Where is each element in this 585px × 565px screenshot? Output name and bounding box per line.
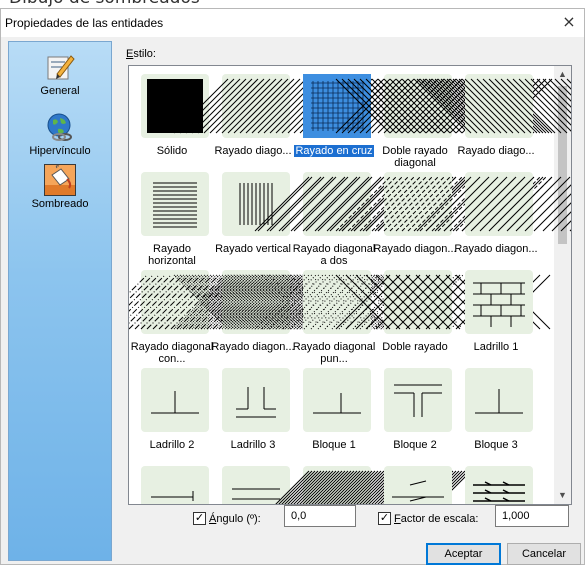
pattern-name: Rayado diagon... (452, 243, 540, 255)
close-icon[interactable]: × (558, 12, 580, 32)
pattern-preview (465, 270, 533, 334)
pattern-preview (303, 74, 371, 138)
sidebar-item-label: Sombreado (31, 198, 89, 210)
pattern-preview (173, 270, 391, 334)
pattern-preview (222, 172, 290, 236)
pattern-name-text: Bloque 1 (312, 439, 356, 451)
pattern-preview (129, 270, 310, 334)
pattern-preview (254, 172, 469, 236)
sidebar-item-hyperlink[interactable]: Hipervínculo (9, 112, 111, 157)
pattern-preview (141, 466, 209, 504)
hyperlink-globe-icon (45, 112, 75, 142)
sidebar-item-label: Hipervínculo (29, 145, 91, 157)
pattern-preview (222, 368, 290, 432)
pattern-preview (465, 368, 533, 432)
pattern-name-text: Rayado diagon... (211, 341, 295, 353)
pattern-preview (222, 466, 290, 504)
pattern-name-text: Rayado diagonal con... (130, 341, 214, 365)
pattern-preview (335, 172, 553, 236)
background-heading: Dibujo de sombreados (0, 0, 585, 8)
sidebar-item-general[interactable]: General (9, 52, 111, 97)
pattern-name: Bloque 2 (371, 439, 459, 451)
angle-checkbox[interactable]: ✓ (193, 512, 206, 525)
pattern-name: Sólido (129, 145, 216, 157)
scroll-down-icon[interactable]: ▼ (554, 487, 571, 504)
pattern-name: Rayado diagonal pun... (290, 341, 378, 365)
dialog-titlebar: Propiedades de las entidades × (1, 9, 584, 37)
sidebar-item-sombreado[interactable]: Sombreado (9, 164, 111, 210)
pattern-preview (384, 466, 452, 504)
pattern-preview (384, 368, 452, 432)
pattern-name: Doble rayado (371, 341, 459, 353)
pattern-name-text: Ladrillo 1 (473, 341, 519, 353)
pattern-name-text: Rayado vertical (215, 243, 291, 255)
properties-dialog: Propiedades de las entidades × General H… (0, 8, 585, 565)
sidebar-item-label: General (40, 85, 80, 97)
general-icon (45, 52, 75, 82)
pattern-preview (335, 270, 551, 334)
pattern-name: Rayado diago... (209, 145, 297, 157)
pattern-name-text: Rayado en cruz (294, 145, 374, 157)
vertical-scrollbar[interactable]: ▲ ▼ (554, 66, 571, 504)
pattern-name-text: Rayado diagonal a dos (292, 243, 376, 267)
pattern-name-text: Doble rayado diagonal (382, 145, 448, 169)
pattern-preview (141, 368, 209, 432)
pattern-preview (173, 74, 391, 138)
pattern-name-text: Rayado diago... (457, 145, 535, 157)
pattern-preview (465, 466, 533, 504)
pattern-preview (141, 74, 209, 138)
pattern-preview (303, 368, 371, 432)
pattern-name: Ladrillo 2 (129, 439, 216, 451)
pattern-preview (416, 172, 571, 236)
category-sidebar: General Hipervínculo Sombreado (8, 41, 112, 561)
angle-label: Ángulo (º): (209, 513, 261, 525)
pattern-name-text: Ladrillo 2 (149, 439, 195, 451)
style-label: Estilo: (126, 48, 156, 60)
pattern-name: Ladrillo 3 (209, 439, 297, 451)
pattern-name: Rayado diagonal con... (129, 341, 216, 365)
pattern-name: Rayado diagonal a dos (290, 243, 378, 267)
angle-field[interactable] (284, 505, 356, 527)
pattern-name-text: Rayado horizontal (148, 243, 196, 267)
pattern-name-text: Sólido (156, 145, 188, 157)
accept-button[interactable]: Aceptar (426, 543, 501, 565)
pattern-name-text: Rayado diagon... (454, 243, 538, 255)
pattern-preview (141, 172, 209, 236)
pattern-name-text: Ladrillo 3 (230, 439, 276, 451)
pattern-name-text: Bloque 2 (393, 439, 437, 451)
scale-factor-label: Factor de escala: (394, 513, 479, 525)
pattern-name: Rayado en cruz (290, 145, 378, 157)
pattern-preview (416, 74, 571, 138)
pattern-preview (275, 466, 472, 504)
pattern-name: Rayado horizontal (129, 243, 216, 267)
pattern-name-text: Doble rayado (382, 341, 448, 353)
pattern-name-text: Rayado diago... (214, 145, 292, 157)
pattern-name: Doble rayado diagonal (371, 145, 459, 169)
pattern-name: Bloque 3 (452, 439, 540, 451)
pattern-name: Ladrillo 1 (452, 341, 540, 353)
pattern-name: Rayado diagon... (209, 341, 297, 353)
scale-factor-field[interactable] (495, 505, 569, 527)
pattern-preview (335, 74, 553, 138)
pattern-name-text: Rayado diagon... (373, 243, 457, 255)
pattern-name: Rayado diagon... (371, 243, 459, 255)
pattern-name: Rayado vertical (209, 243, 297, 255)
pattern-name-text: Bloque 3 (474, 439, 518, 451)
dialog-title: Propiedades de las entidades (5, 16, 164, 30)
pattern-name-text: Rayado diagonal pun... (292, 341, 376, 365)
scale-factor-checkbox[interactable]: ✓ (378, 512, 391, 525)
pattern-name: Rayado diago... (452, 145, 540, 157)
pattern-name: Bloque 1 (290, 439, 378, 451)
cancel-button[interactable]: Cancelar (507, 543, 581, 565)
paint-bucket-icon (44, 164, 76, 196)
hatch-pattern-list[interactable]: ▲ ▼ Sólido Rayado diago... Rayado en cruz D… (128, 65, 572, 505)
